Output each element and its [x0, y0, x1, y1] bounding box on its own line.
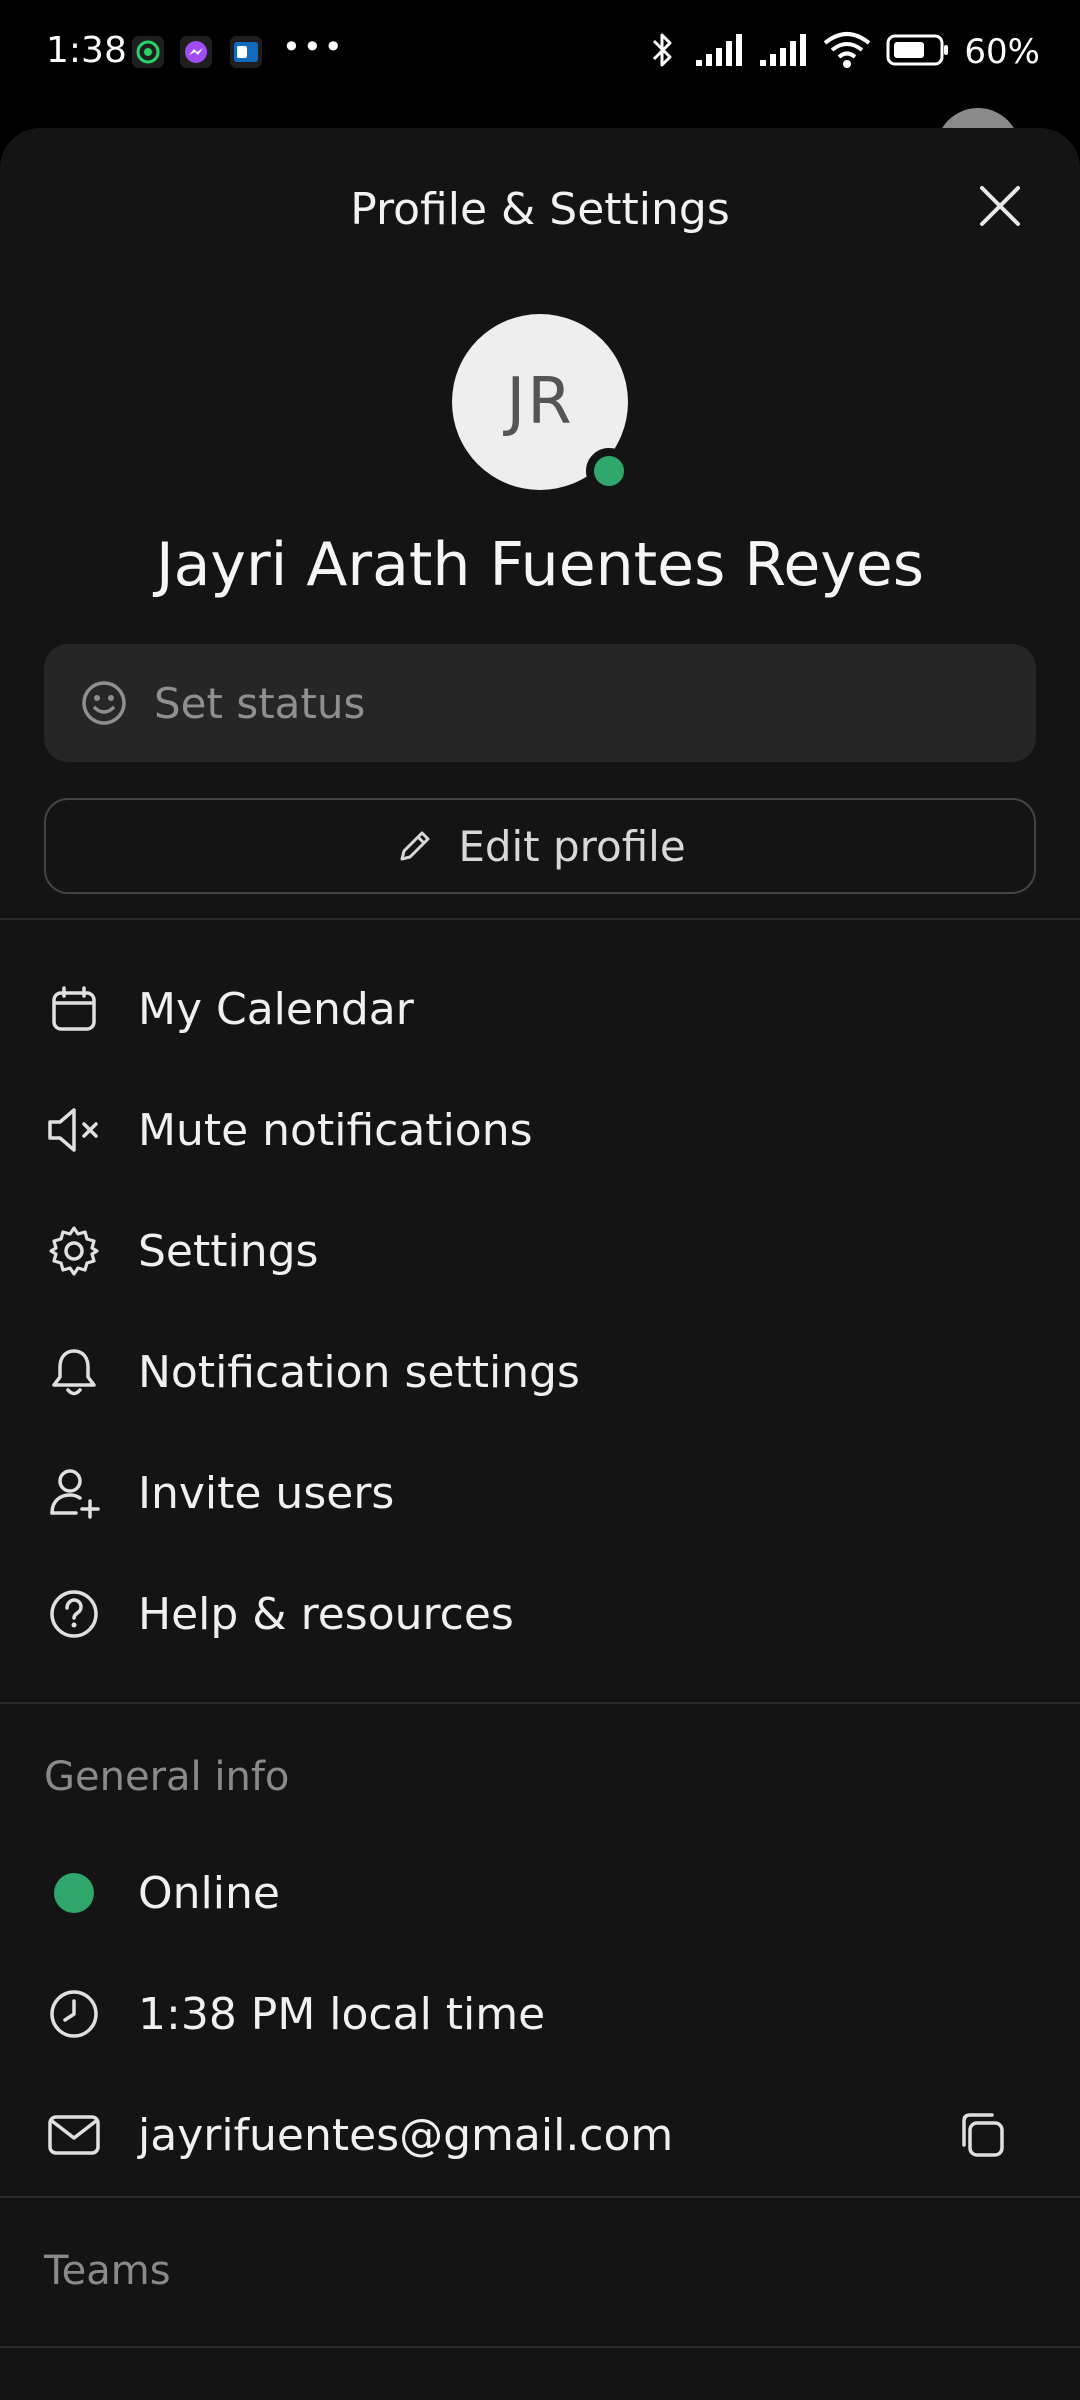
local-time-row: 1:38 PM local time	[0, 1959, 1080, 2069]
menu-item-mute-notifications[interactable]: Mute notifications	[0, 1075, 1080, 1185]
menu-item-my-calendar[interactable]: My Calendar	[0, 954, 1080, 1064]
signal-icon	[694, 32, 744, 72]
edit-profile-button[interactable]: Edit profile	[44, 798, 1036, 894]
pencil-icon	[394, 825, 436, 867]
set-status-field[interactable]: Set status	[44, 644, 1036, 762]
section-title-teams: Teams	[44, 2248, 171, 2294]
menu-item-label: Invite users	[138, 1467, 395, 1519]
menu-item-label: Mute notifications	[138, 1104, 533, 1156]
divider	[0, 1702, 1080, 1704]
copy-icon	[962, 2113, 1004, 2157]
menu-item-label: Help & resources	[138, 1588, 514, 1640]
email-row[interactable]: jayrifuentes@gmail.com	[0, 2080, 1080, 2190]
presence-label: Online	[138, 1867, 280, 1919]
edit-profile-label: Edit profile	[458, 821, 686, 871]
section-title-general-info: General info	[44, 1754, 290, 1800]
menu-item-notification-settings[interactable]: Notification settings	[0, 1317, 1080, 1427]
wifi-icon	[822, 31, 872, 73]
menu-item-settings[interactable]: Settings	[0, 1196, 1080, 1306]
local-time-label: 1:38 PM local time	[138, 1988, 546, 2040]
smiley-icon	[80, 679, 128, 727]
menu-item-label: Settings	[138, 1225, 319, 1277]
avatar-initials: JR	[506, 365, 574, 439]
clock-icon	[44, 1984, 104, 2044]
messenger-icon	[180, 36, 212, 68]
user-name: Jayri Arath Fuentes Reyes	[155, 530, 925, 600]
sheet-title: Profile & Settings	[350, 184, 730, 235]
profile-settings-sheet: Profile & Settings JR Jayri Arath Fuente…	[0, 128, 1080, 2400]
status-indicators: 60%	[646, 30, 1040, 74]
mail-icon	[44, 2105, 104, 2165]
copy-email-button[interactable]	[952, 2105, 1012, 2165]
bluetooth-icon	[646, 30, 680, 74]
close-button[interactable]	[972, 178, 1028, 234]
email-label: jayrifuentes@gmail.com	[138, 2109, 674, 2161]
signal-icon-2	[758, 32, 808, 72]
speaker-muted-icon	[44, 1100, 104, 1160]
presence-row[interactable]: Online	[0, 1838, 1080, 1948]
help-icon	[44, 1584, 104, 1644]
gear-icon	[44, 1221, 104, 1281]
bell-icon	[44, 1342, 104, 1402]
set-status-placeholder: Set status	[154, 678, 366, 728]
menu-item-label: Notification settings	[138, 1346, 580, 1398]
menu-item-help-resources[interactable]: Help & resources	[0, 1559, 1080, 1669]
outlook-icon	[230, 36, 262, 68]
divider	[0, 2196, 1080, 2198]
status-time: 1:38	[46, 30, 127, 71]
menu-item-label: My Calendar	[138, 983, 414, 1035]
whatsapp-icon	[132, 36, 164, 68]
close-icon	[980, 186, 1020, 226]
battery-percent: 60%	[964, 32, 1040, 72]
presence-indicator	[586, 448, 632, 494]
calendar-icon	[44, 979, 104, 1039]
more-notifications-icon: •••	[282, 28, 345, 66]
online-status-icon	[44, 1863, 104, 1923]
status-bar: 1:38 ••• 60%	[0, 0, 1080, 110]
divider	[0, 918, 1080, 920]
divider	[0, 2346, 1080, 2348]
person-add-icon	[44, 1463, 104, 1523]
battery-icon	[886, 33, 950, 71]
menu-item-invite-users[interactable]: Invite users	[0, 1438, 1080, 1548]
